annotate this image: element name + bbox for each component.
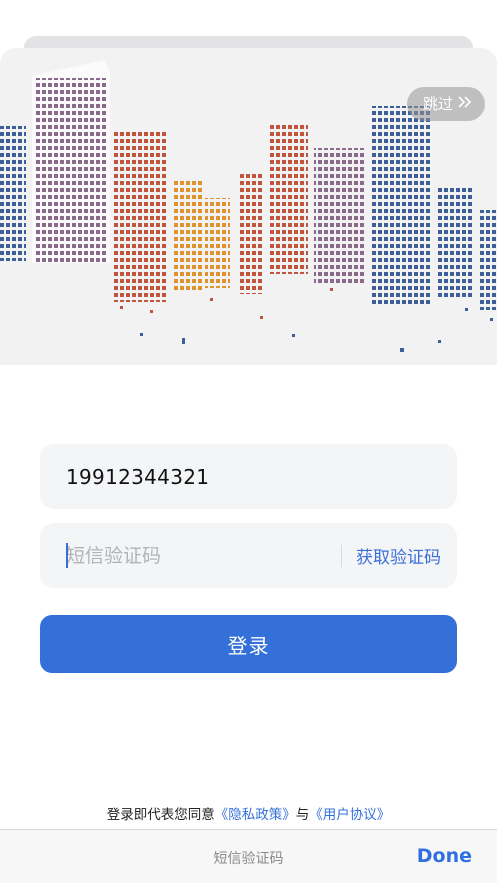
done-button[interactable]: Done (417, 845, 472, 867)
phone-value[interactable]: 19912344321 (66, 465, 209, 489)
sms-code-field[interactable]: 获取验证码 (40, 523, 457, 588)
sms-code-input[interactable] (66, 544, 341, 567)
login-screen: 跳过 19912344321 获取验证码 登录 登录即代表您同意《隐私政策》与《… (0, 0, 497, 883)
phone-field[interactable]: 19912344321 (40, 444, 457, 509)
text-caret (66, 543, 68, 568)
field-divider (341, 544, 342, 567)
double-chevron-right-icon (457, 87, 473, 121)
login-button[interactable]: 登录 (40, 615, 457, 673)
get-code-button[interactable]: 获取验证码 (356, 543, 441, 568)
user-agreement-link[interactable]: 《用户协议》 (309, 807, 390, 823)
privacy-policy-link[interactable]: 《隐私政策》 (215, 807, 296, 823)
skip-label: 跳过 (422, 95, 453, 113)
agreement-prefix: 登录即代表您同意 (106, 807, 215, 823)
skip-button[interactable]: 跳过 (406, 87, 485, 121)
agreement-text: 登录即代表您同意《隐私政策》与《用户协议》 (0, 803, 497, 823)
agreement-joiner: 与 (295, 807, 310, 823)
keyboard-accessory-bar: 短信验证码 Done (0, 829, 497, 883)
login-label: 登录 (227, 633, 270, 658)
